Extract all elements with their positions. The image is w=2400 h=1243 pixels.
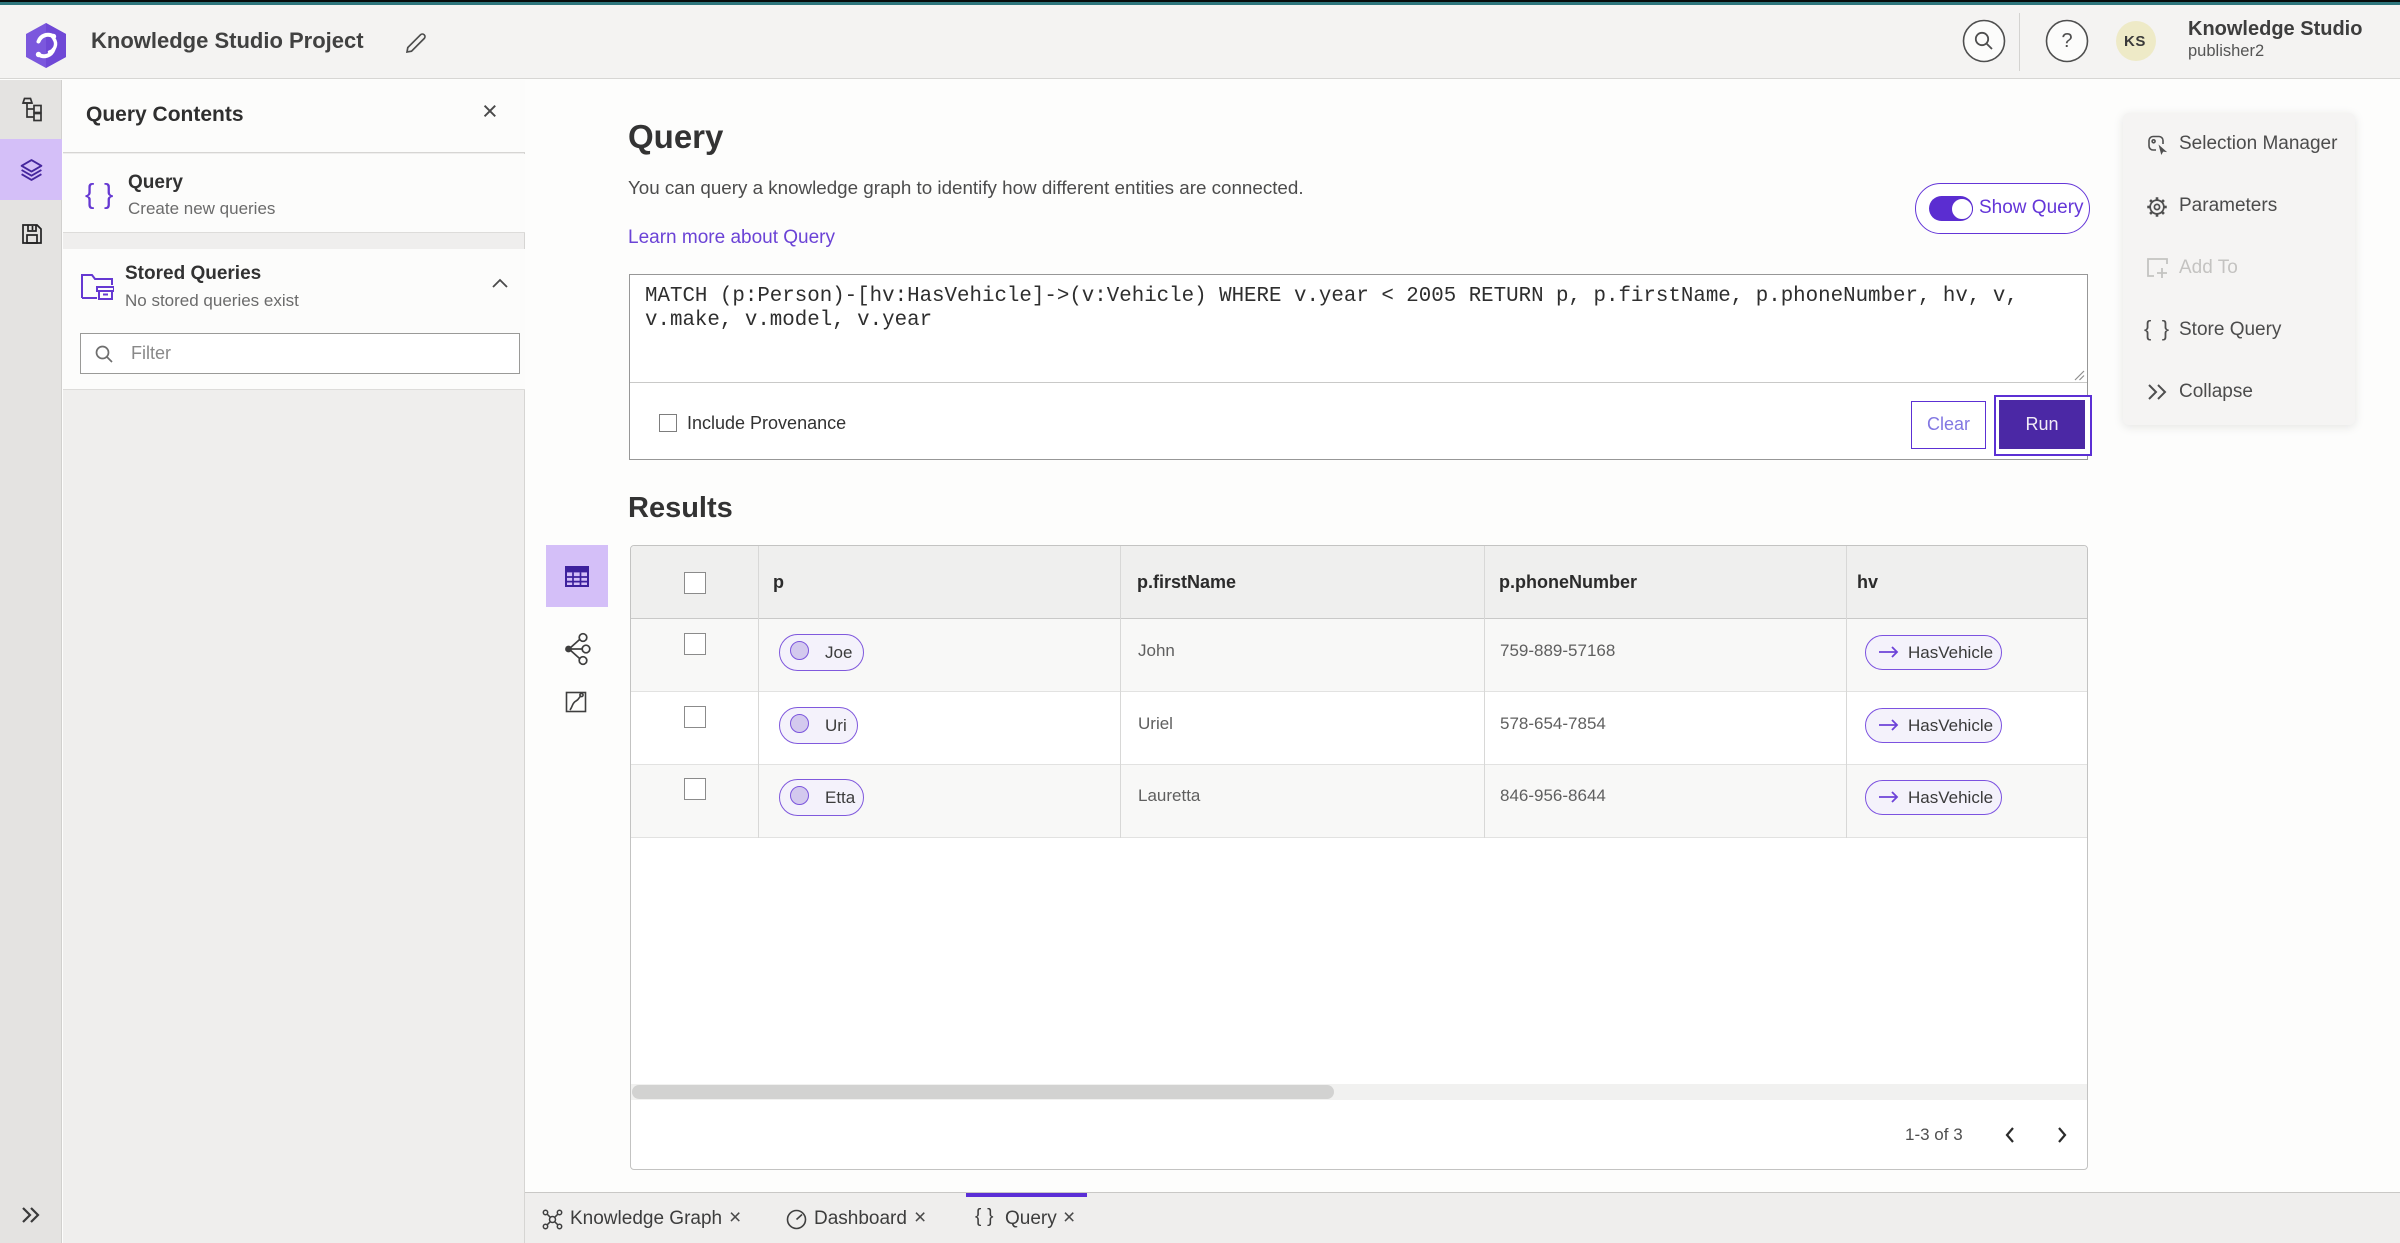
svg-text:?: ? [2061, 30, 2072, 52]
